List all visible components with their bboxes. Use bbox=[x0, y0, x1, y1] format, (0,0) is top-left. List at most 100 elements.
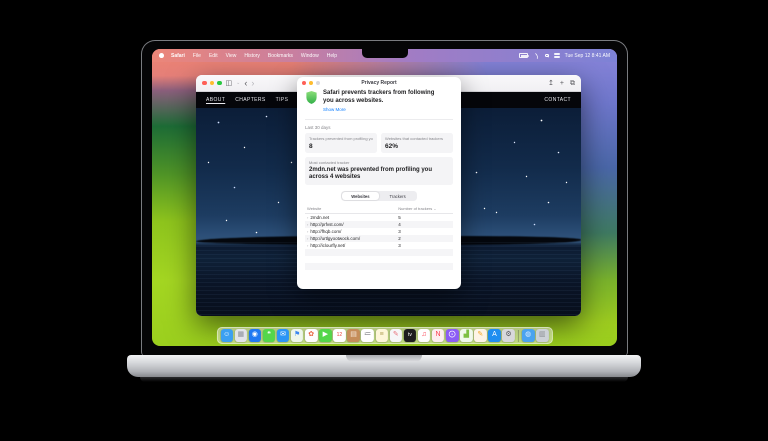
menu-bar-status: Tue Sep 12 8:41 AM bbox=[519, 53, 610, 59]
sidebar-icon[interactable]: ◫ bbox=[226, 80, 233, 87]
control-center-icon[interactable] bbox=[554, 53, 560, 57]
zoom-button[interactable] bbox=[217, 81, 222, 86]
dock-icon-calendar[interactable]: 12 bbox=[333, 329, 346, 342]
tab-group-chevron-icon[interactable]: ⌄ bbox=[236, 81, 240, 86]
dock-icon-safari[interactable]: ◉ bbox=[249, 329, 262, 342]
dock-icon-notes[interactable]: ≡ bbox=[375, 329, 388, 342]
apple-logo-icon[interactable] bbox=[159, 53, 164, 58]
nav-link-chapters[interactable]: CHAPTERS bbox=[235, 97, 265, 103]
dock-icon-downloads-folder[interactable]: ◍ bbox=[522, 329, 535, 342]
dock-icon-launchpad[interactable]: ▦ bbox=[235, 329, 248, 342]
menu-item-history[interactable]: History bbox=[244, 53, 260, 59]
most-contacted-card: Most contacted tracker 2mdn.net was prev… bbox=[305, 157, 453, 186]
window-title: Privacy Report bbox=[297, 80, 461, 86]
dock-icon-tv[interactable]: tv bbox=[404, 329, 417, 342]
table-header: Website Number of trackers⌄ bbox=[305, 206, 453, 214]
disclosure-chevron-icon[interactable]: › bbox=[307, 222, 308, 227]
dock-icon-numbers[interactable]: ▟ bbox=[460, 329, 473, 342]
new-tab-icon[interactable]: + bbox=[560, 80, 564, 87]
tab-overview-icon[interactable]: ⧉ bbox=[570, 80, 575, 87]
minimize-button[interactable] bbox=[210, 81, 215, 86]
dock-icon-mail[interactable]: ✉ bbox=[277, 329, 290, 342]
privacy-titlebar: Privacy Report bbox=[297, 77, 461, 88]
dock-icon-app-store[interactable]: A bbox=[488, 329, 501, 342]
dock-icon-finder[interactable]: ☺ bbox=[220, 329, 233, 342]
macbook-screen: Safari File Edit View History Bookmarks … bbox=[152, 49, 617, 346]
disclosure-chevron-icon[interactable]: › bbox=[307, 229, 308, 234]
safari-toolbar-right: ↥ + ⧉ bbox=[548, 80, 575, 87]
empty-row bbox=[305, 249, 453, 256]
website-cell: http://iclourfly.net/ bbox=[310, 243, 345, 248]
table-row[interactable]: ›http://iclourfly.net/ 3 bbox=[305, 242, 453, 249]
menu-item-bookmarks[interactable]: Bookmarks bbox=[268, 53, 293, 59]
menu-bar-clock[interactable]: Tue Sep 12 8:41 AM bbox=[565, 53, 610, 59]
nav-link-about[interactable]: ABOUT bbox=[206, 97, 225, 103]
website-cell: 2mdn.net bbox=[310, 215, 329, 220]
most-contacted-label: Most contacted tracker bbox=[309, 160, 449, 165]
stat-card-trackers-prevented: Trackers prevented from profiling you 8 bbox=[305, 133, 377, 153]
menu-item-safari[interactable]: Safari bbox=[171, 53, 185, 59]
stats-row: Trackers prevented from profiling you 8 … bbox=[305, 133, 453, 153]
dock-icon-messages[interactable]: ❝ bbox=[263, 329, 276, 342]
stat-value: 8 bbox=[309, 143, 373, 150]
dock-icon-photos[interactable]: ✿ bbox=[305, 329, 318, 342]
disclosure-chevron-icon[interactable]: › bbox=[307, 215, 308, 220]
segmented-control: Websites Trackers bbox=[341, 191, 417, 201]
empty-row bbox=[305, 263, 453, 270]
wifi-icon[interactable] bbox=[533, 52, 539, 58]
show-more-link[interactable]: Show More bbox=[323, 107, 441, 112]
empty-row bbox=[305, 256, 453, 263]
website-cell: http://urtlgyootwock.com/ bbox=[310, 236, 360, 241]
menu-items: Safari File Edit View History Bookmarks … bbox=[171, 53, 337, 59]
tab-websites[interactable]: Websites bbox=[342, 192, 379, 201]
disclosure-chevron-icon[interactable]: › bbox=[307, 236, 308, 241]
trackers-cell: 2 bbox=[398, 235, 401, 242]
back-icon[interactable]: ‹ bbox=[244, 79, 247, 88]
privacy-shield-icon bbox=[305, 90, 318, 105]
dock: ☺▦◉❝✉⚑✿▶12▤≔≡✎tv♫N⨀▟✎A⚙◍▥ bbox=[216, 327, 552, 344]
share-icon[interactable]: ↥ bbox=[548, 80, 554, 87]
trackers-cell: 5 bbox=[398, 214, 401, 221]
battery-icon[interactable] bbox=[519, 53, 528, 58]
spotlight-search-icon[interactable] bbox=[545, 54, 549, 58]
nav-link-contact[interactable]: CONTACT bbox=[544, 97, 571, 103]
dock-icon-system-settings[interactable]: ⚙ bbox=[502, 329, 515, 342]
menu-item-help[interactable]: Help bbox=[327, 53, 337, 59]
dock-icon-freeform[interactable]: ✎ bbox=[390, 329, 403, 342]
stat-card-websites-contacted: Websites that contacted trackers 62% bbox=[381, 133, 453, 153]
dock-icon-trash[interactable]: ▥ bbox=[536, 329, 549, 342]
table-row[interactable]: ›http://urtlgyootwock.com/ 2 bbox=[305, 235, 453, 242]
camera-notch bbox=[362, 49, 408, 58]
menu-item-file[interactable]: File bbox=[193, 53, 201, 59]
dock-icon-podcasts[interactable]: ⨀ bbox=[446, 329, 459, 342]
privacy-report-window: Privacy Report Safari prevents trackers … bbox=[297, 77, 461, 289]
menu-item-edit[interactable]: Edit bbox=[209, 53, 218, 59]
empty-row bbox=[305, 270, 453, 277]
dock-icon-facetime[interactable]: ▶ bbox=[319, 329, 332, 342]
safari-traffic-lights bbox=[202, 81, 222, 86]
most-contacted-value: 2mdn.net was prevented from profiling yo… bbox=[309, 167, 449, 183]
dock-icon-news[interactable]: N bbox=[432, 329, 445, 342]
table-row[interactable]: ›http://fhqb.com/ 3 bbox=[305, 228, 453, 235]
table-row[interactable]: ›2mdn.net 5 bbox=[305, 214, 453, 221]
website-cell: http://prfvst.com/ bbox=[310, 222, 343, 227]
column-number-of-trackers[interactable]: Number of trackers⌄ bbox=[398, 206, 436, 211]
disclosure-chevron-icon[interactable]: › bbox=[307, 243, 308, 248]
menu-item-window[interactable]: Window bbox=[301, 53, 319, 59]
dock-icon-reminders[interactable]: ≔ bbox=[361, 329, 374, 342]
close-button[interactable] bbox=[202, 81, 207, 86]
dock-icon-contacts[interactable]: ▤ bbox=[347, 329, 360, 342]
menu-item-view[interactable]: View bbox=[226, 53, 237, 59]
tab-trackers[interactable]: Trackers bbox=[379, 192, 416, 201]
privacy-headline: Safari prevents trackers from following … bbox=[323, 90, 441, 105]
column-website[interactable]: Website bbox=[307, 206, 321, 211]
table-row[interactable]: ›http://prfvst.com/ 4 bbox=[305, 221, 453, 228]
privacy-header: Safari prevents trackers from following … bbox=[305, 90, 453, 112]
dock-icon-music[interactable]: ♫ bbox=[418, 329, 431, 342]
nav-link-tips[interactable]: TIPS bbox=[276, 97, 289, 103]
forward-icon[interactable]: › bbox=[251, 79, 254, 88]
dock-icon-maps[interactable]: ⚑ bbox=[291, 329, 304, 342]
dock-icon-pages[interactable]: ✎ bbox=[474, 329, 487, 342]
sort-chevron-icon: ⌄ bbox=[433, 206, 436, 211]
privacy-body: Safari prevents trackers from following … bbox=[297, 88, 461, 277]
